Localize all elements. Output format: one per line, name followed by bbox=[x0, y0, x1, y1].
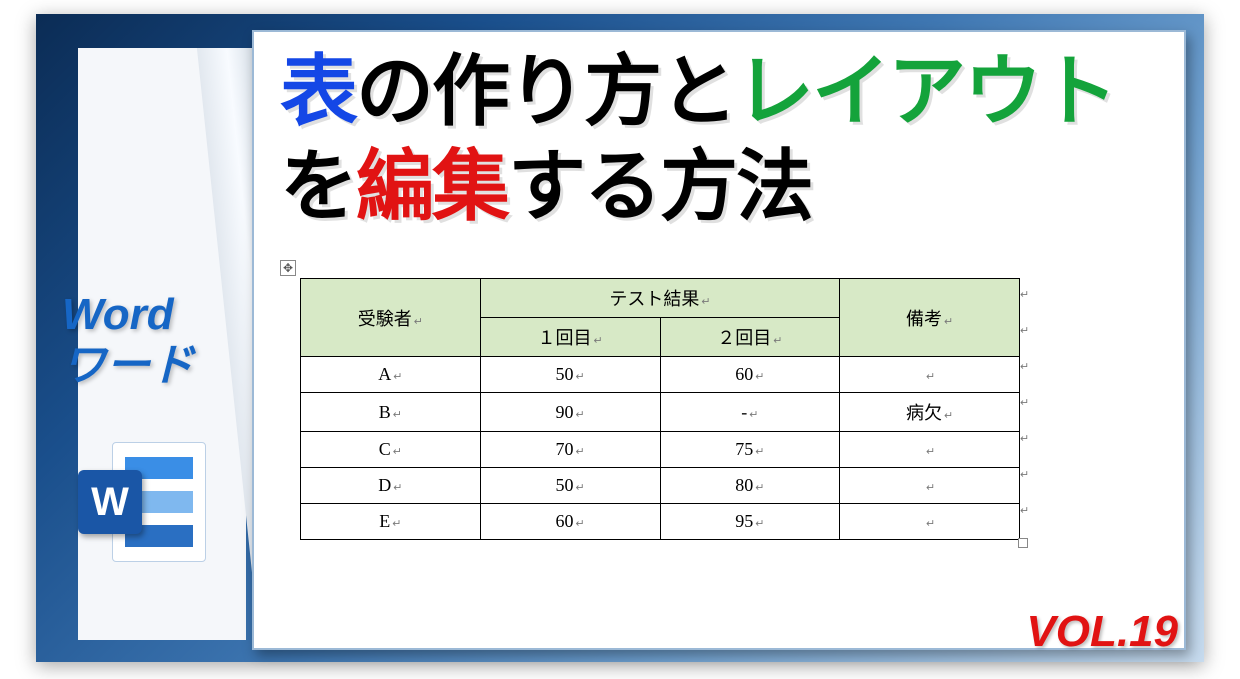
title-line-2: を編集する方法 bbox=[280, 139, 1180, 234]
cell-r2: 75 bbox=[660, 432, 840, 468]
table-row: D 50 80 bbox=[301, 468, 1020, 504]
left-app-label: Word ワード bbox=[62, 290, 262, 391]
cell-r1: 50 bbox=[480, 357, 660, 393]
cell-r2: 60 bbox=[660, 357, 840, 393]
title-word-layout: レイアウト bbox=[736, 47, 1116, 135]
cell-name: A bbox=[301, 357, 481, 393]
cell-r2: 95 bbox=[660, 504, 840, 540]
test-results-table: 受験者 テスト結果 備考 １回目 ２回目 A 50 60 B 90 - 病欠 bbox=[300, 278, 1020, 540]
table-row: E 60 95 bbox=[301, 504, 1020, 540]
col-first: １回目 bbox=[480, 318, 660, 357]
cell-note bbox=[840, 468, 1020, 504]
table-row: C 70 75 bbox=[301, 432, 1020, 468]
cell-r1: 90 bbox=[480, 393, 660, 432]
cell-note bbox=[840, 357, 1020, 393]
col-remarks: 備考 bbox=[840, 279, 1020, 357]
word-table-example: ✥ 受験者 テスト結果 備考 １回目 ２回目 A 50 60 B bbox=[300, 278, 1020, 540]
word-app-icon: W bbox=[78, 442, 206, 562]
title-text-2b: する方法 bbox=[508, 142, 812, 230]
title-text-1: の作り方と bbox=[356, 47, 736, 135]
title-text-2a: を bbox=[280, 142, 356, 230]
table-header-row-1: 受験者 テスト結果 備考 bbox=[301, 279, 1020, 318]
cell-name: D bbox=[301, 468, 481, 504]
title-word-table: 表 bbox=[280, 47, 356, 135]
app-name-ja: ワード bbox=[62, 341, 262, 392]
title-line-1: 表の作り方とレイアウト bbox=[280, 44, 1180, 139]
cell-r1: 50 bbox=[480, 468, 660, 504]
cell-name: C bbox=[301, 432, 481, 468]
cell-note: 病欠 bbox=[840, 393, 1020, 432]
cell-note bbox=[840, 504, 1020, 540]
col-test-results: テスト結果 bbox=[480, 279, 840, 318]
cell-r2: - bbox=[660, 393, 840, 432]
col-second: ２回目 bbox=[660, 318, 840, 357]
table-row: B 90 - 病欠 bbox=[301, 393, 1020, 432]
col-examinee: 受験者 bbox=[301, 279, 481, 357]
cell-r1: 70 bbox=[480, 432, 660, 468]
volume-label: VOL.19 bbox=[1026, 607, 1178, 657]
word-icon-badge: W bbox=[78, 470, 142, 534]
cell-name: B bbox=[301, 393, 481, 432]
table-row: A 50 60 bbox=[301, 357, 1020, 393]
title-word-edit: 編集 bbox=[356, 142, 508, 230]
app-name-en: Word bbox=[62, 290, 262, 341]
table-resize-handle-icon[interactable] bbox=[1018, 538, 1028, 548]
cell-name: E bbox=[301, 504, 481, 540]
cell-r1: 60 bbox=[480, 504, 660, 540]
table-move-handle-icon[interactable]: ✥ bbox=[280, 260, 296, 276]
cell-note bbox=[840, 432, 1020, 468]
slide-title: 表の作り方とレイアウト を編集する方法 bbox=[280, 44, 1180, 234]
row-end-markers: ↵ ↵ ↵ ↵ ↵ ↵ ↵ bbox=[1020, 278, 1034, 540]
cell-r2: 80 bbox=[660, 468, 840, 504]
